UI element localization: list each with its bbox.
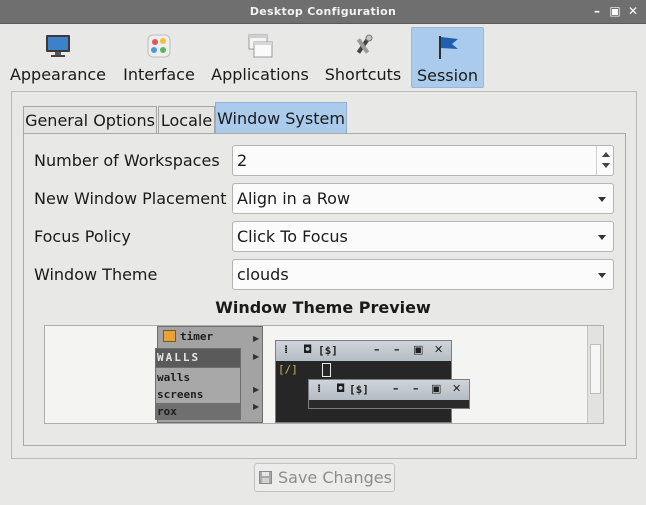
menu-item-timer: timer [180,330,214,343]
focus-policy-select[interactable]: Click To Focus [232,221,614,252]
submenu-arrow-icon: ▶ [253,352,260,361]
clock-icon [163,330,176,342]
toolbar-label-interface: Interface [123,65,195,84]
terminal-cursor [322,363,331,377]
terminal-prompt: [/] [278,363,298,376]
submenu-arrow-icon: ▶ [253,385,260,394]
tab-locale[interactable]: Locale [158,106,215,134]
window-icon: ◘ [303,343,313,356]
window-icon: ◘ [336,382,346,395]
preview-window-2-body [309,400,469,408]
monitor-icon [46,35,70,57]
preview-window-2: ⁞ ◘ [$] – – ▣ ✕ [308,379,470,409]
focus-policy-value: Click To Focus [237,227,348,246]
iconify-icon: – [393,382,399,395]
toolbar-item-shortcuts[interactable]: Shortcuts [320,27,406,88]
window-theme-value: clouds [237,265,289,284]
maximize-icon: ▣ [413,343,424,356]
toolbar-item-session[interactable]: Session [411,27,484,88]
floppy-disk-icon [259,471,272,484]
menu-icon: ⁞ [284,343,289,356]
preview-title: Window Theme Preview [215,298,431,317]
menu-item-walls: walls [157,371,191,384]
minimize-icon: – [394,343,400,356]
placement-value: Align in a Row [237,189,351,208]
submenu-arrow-icon: ▶ [253,402,260,411]
toolbar-item-appearance[interactable]: Appearance [5,27,111,88]
maximize-icon: ▣ [431,382,442,395]
toolbar-item-interface[interactable]: Interface [118,27,200,88]
workspaces-value: 2 [237,151,248,170]
focus-policy-label: Focus Policy [34,227,131,246]
window-titlebar[interactable]: Desktop Configuration – ▣ ✕ [0,0,646,24]
stepper-up-icon[interactable] [602,152,610,157]
theme-preview: timer ▶ WALLS ▶ walls screens rox ▶ ▶ ⁞ … [44,325,604,424]
close-icon: ✕ [452,382,462,395]
window-theme-label: Window Theme [34,265,158,284]
window-title: Desktop Configuration [249,5,397,18]
toolbar-label-appearance: Appearance [9,65,107,84]
preview-window-1-title: [$] [318,344,338,357]
windows-icon [248,34,273,58]
save-changes-label: Save Changes [278,468,392,487]
close-icon: ✕ [434,343,444,356]
toolbar-label-applications: Applications [211,65,309,84]
close-icon[interactable]: ✕ [626,4,640,18]
workspaces-spinbox[interactable]: 2 [232,145,614,176]
toolbar-item-applications[interactable]: Applications [207,27,313,88]
toolbar-label-session: Session [416,66,479,85]
flag-icon [438,36,458,59]
menu-item-walls-header: WALLS [157,351,201,364]
save-changes-button[interactable]: Save Changes [254,463,395,492]
maximize-icon[interactable]: ▣ [608,4,622,18]
menu-icon: ⁞ [317,382,322,395]
scrollbar-thumb[interactable] [590,344,601,394]
chevron-down-icon [598,273,606,278]
preview-window-2-titlebar: ⁞ ◘ [$] – – ▣ ✕ [309,380,469,400]
workspaces-stepper[interactable] [596,146,613,175]
menu-item-screens: screens [157,388,204,401]
placement-select[interactable]: Align in a Row [232,183,614,214]
preview-scrollbar[interactable] [587,326,603,423]
window-theme-select[interactable]: clouds [232,259,614,290]
preview-window-2-title: [$] [349,383,369,396]
category-toolbar: Appearance Interface Applications Shortc… [0,24,646,91]
chevron-down-icon [598,197,606,202]
submenu-arrow-icon: ▶ [253,334,260,343]
minimize-icon: – [413,382,419,395]
preview-menu-item: timer [163,330,259,346]
stepper-down-icon[interactable] [602,163,610,168]
tab-general-options[interactable]: General Options [23,106,157,134]
tools-icon [356,34,373,54]
chevron-down-icon [598,235,606,240]
toolbar-label-shortcuts: Shortcuts [324,65,402,84]
preview-window-1-titlebar: ⁞ ◘ [$] – – ▣ ✕ [276,341,451,361]
placement-label: New Window Placement [34,189,227,208]
workspaces-label: Number of Workspaces [34,151,220,170]
menu-item-rox: rox [157,405,177,418]
minimize-icon[interactable]: – [590,4,604,18]
iconify-icon: – [374,343,380,356]
palette-icon [147,34,171,58]
tab-window-system[interactable]: Window System [215,102,347,134]
